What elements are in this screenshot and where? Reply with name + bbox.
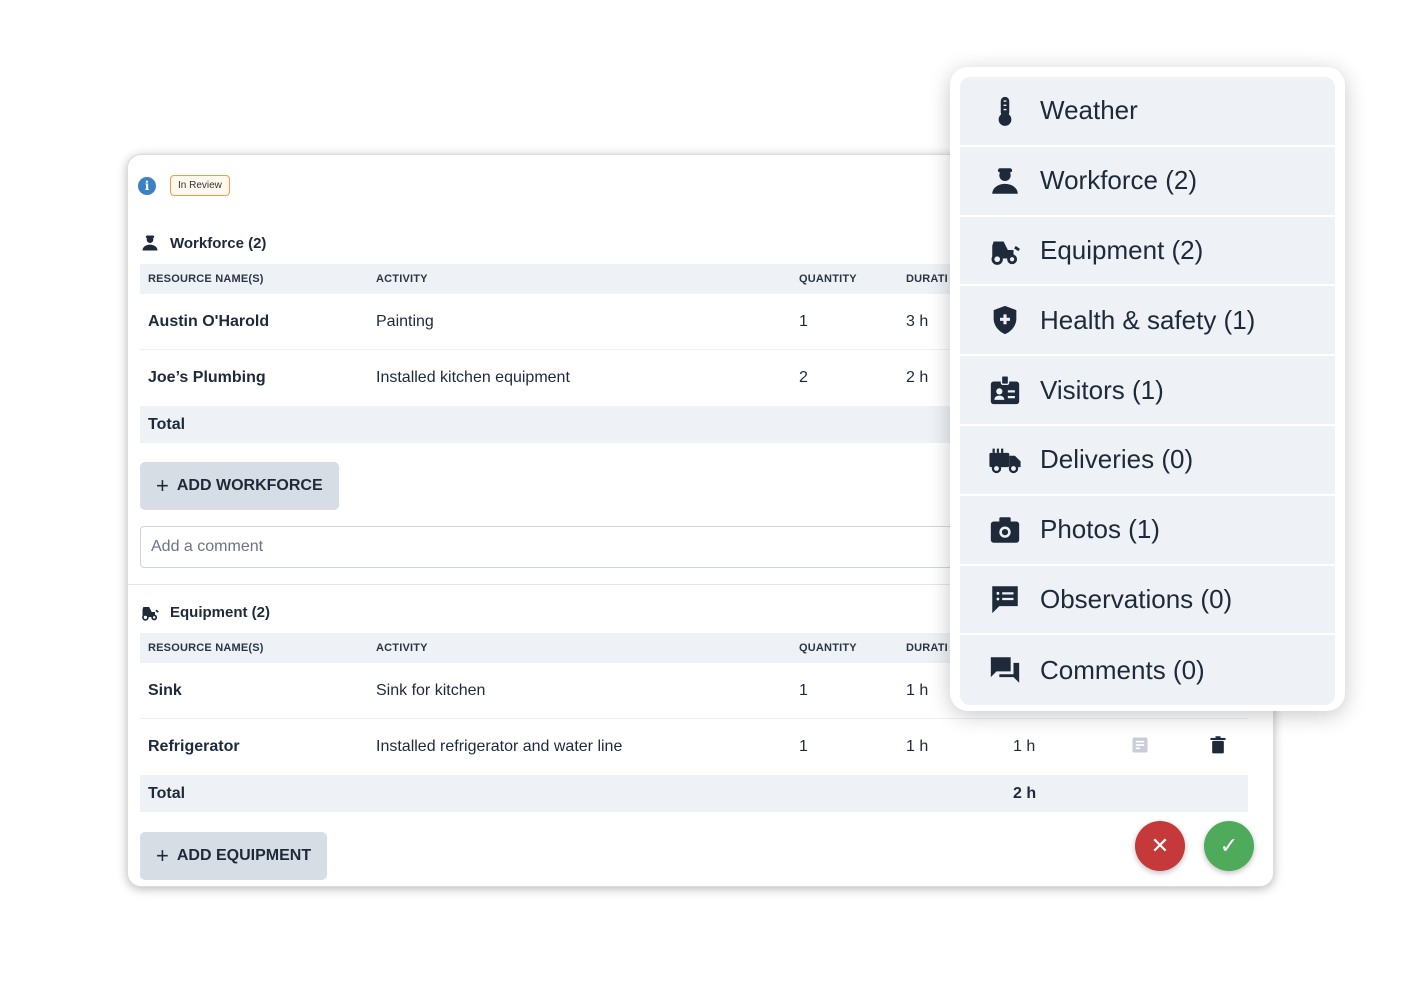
thermometer-icon <box>998 96 1012 126</box>
menu-item-label: Weather <box>1040 95 1138 126</box>
menu-item-weather[interactable]: Weather <box>960 77 1335 147</box>
plus-icon: + <box>156 473 169 498</box>
close-icon: ✕ <box>1150 833 1170 858</box>
duration: 1 h <box>906 681 929 699</box>
section-menu: Weather Workforce (2) Equipment (2) Heal… <box>950 67 1345 711</box>
activity: Painting <box>376 312 434 330</box>
equipment-section-title: Equipment (2) <box>140 600 270 624</box>
column-header: DURATI <box>906 273 948 285</box>
menu-item-label: Photos (1) <box>1040 514 1160 545</box>
column-header: QUANTITY <box>799 273 857 285</box>
row-total: 1 h <box>1013 738 1036 755</box>
menu-item-equipment[interactable]: Equipment (2) <box>960 217 1335 287</box>
badge-icon <box>990 375 1020 405</box>
resource-name: Sink <box>148 681 182 699</box>
equipment-title: Equipment (2) <box>170 603 270 621</box>
camera-icon <box>990 516 1020 543</box>
duration: 2 h <box>906 369 929 386</box>
menu-item-deliveries[interactable]: Deliveries (0) <box>960 426 1335 496</box>
column-header: ACTIVITY <box>376 642 428 654</box>
column-header: RESOURCE NAME(S) <box>148 642 264 654</box>
quantity: 1 <box>799 312 808 330</box>
tractor-icon <box>991 241 1020 266</box>
menu-item-label: Deliveries (0) <box>1040 444 1194 475</box>
menu-item-workforce[interactable]: Workforce (2) <box>960 147 1335 217</box>
duration: 1 h <box>906 738 929 755</box>
column-header: DURATI <box>906 642 948 654</box>
menu-item-observations[interactable]: Observations (0) <box>960 566 1335 636</box>
total-value: 2 h <box>1013 784 1037 802</box>
menu-item-label: Visitors (1) <box>1040 374 1164 405</box>
resource-name: Refrigerator <box>148 738 240 755</box>
menu-item-health-safety[interactable]: Health & safety (1) <box>960 286 1335 357</box>
quantity: 1 <box>799 681 808 699</box>
plus-icon: + <box>156 843 169 868</box>
workforce-section-title: Workforce (2) <box>140 231 266 255</box>
section-menu-list: Weather Workforce (2) Equipment (2) Heal… <box>960 77 1335 706</box>
total-label: Total <box>148 415 186 433</box>
resource-name: Austin O'Harold <box>148 312 270 330</box>
workforce-title: Workforce (2) <box>170 234 267 252</box>
total-row: Total 2 h <box>140 775 1248 812</box>
check-icon: ✓ <box>1219 833 1239 858</box>
shield-plus-icon <box>993 306 1017 335</box>
add-workforce-button[interactable]: + ADD WORKFORCE <box>140 462 339 510</box>
column-header: QUANTITY <box>799 642 857 654</box>
activity: Installed refrigerator and water line <box>376 738 623 755</box>
add-workforce-label: ADD WORKFORCE <box>176 477 323 494</box>
menu-item-comments[interactable]: Comments (0) <box>960 635 1335 705</box>
duration: 3 h <box>906 312 929 330</box>
menu-item-visitors[interactable]: Visitors (1) <box>960 356 1335 426</box>
column-header: ACTIVITY <box>376 273 428 285</box>
resource-name: Joe’s Plumbing <box>148 369 266 386</box>
worker-icon <box>992 167 1018 194</box>
menu-item-label: Equipment (2) <box>1040 234 1204 265</box>
table-row[interactable]: Refrigerator Installed refrigerator and … <box>140 719 1248 775</box>
comments-icon <box>990 657 1020 684</box>
confirm-button[interactable]: ✓ <box>1204 821 1254 871</box>
quantity: 2 <box>799 369 808 386</box>
status-badge: In Review <box>170 175 230 196</box>
menu-item-label: Health & safety (1) <box>1040 304 1256 335</box>
column-header: RESOURCE NAME(S) <box>148 273 264 285</box>
menu-item-label: Observations (0) <box>1040 583 1233 614</box>
worker-icon <box>142 235 158 251</box>
message-list-icon <box>992 586 1018 614</box>
total-label: Total <box>148 784 186 802</box>
delete-icon[interactable] <box>1208 734 1228 761</box>
menu-item-photos[interactable]: Photos (1) <box>960 496 1335 566</box>
activity: Sink for kitchen <box>376 681 486 699</box>
menu-item-label: Comments (0) <box>1040 654 1205 685</box>
cancel-button[interactable]: ✕ <box>1135 821 1185 871</box>
info-icon[interactable]: i <box>138 177 156 195</box>
activity: Installed kitchen equipment <box>376 369 570 386</box>
add-equipment-label: ADD EQUIPMENT <box>176 847 312 864</box>
menu-item-label: Workforce (2) <box>1040 165 1197 196</box>
quantity: 1 <box>799 738 808 755</box>
note-icon[interactable] <box>1130 735 1150 760</box>
add-equipment-button[interactable]: + ADD EQUIPMENT <box>140 832 328 880</box>
truck-icon <box>989 448 1021 474</box>
tractor-icon <box>142 607 159 621</box>
